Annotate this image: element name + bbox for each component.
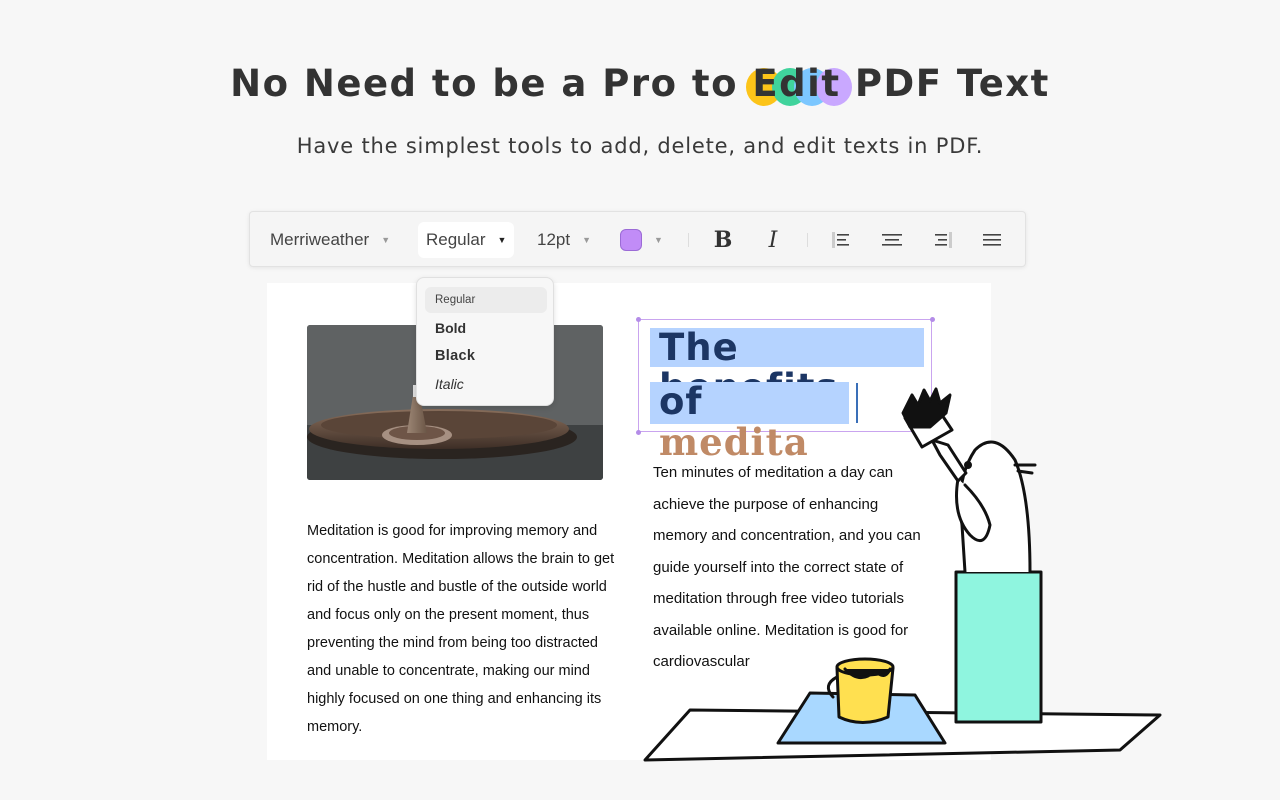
font-style-dropdown: Regular Bold Black Italic [416, 277, 554, 406]
toolbar-divider [688, 233, 689, 247]
font-size-value: 12pt [537, 230, 571, 249]
headline-highlight: Edit [746, 62, 853, 106]
text-color-picker[interactable]: ▼ [620, 222, 663, 258]
bold-button[interactable]: B [707, 224, 739, 256]
title-line-1[interactable]: The benefits [650, 328, 924, 408]
left-paragraph[interactable]: Meditation is good for improving memory … [307, 517, 617, 741]
headline-text-end: PDF Text [840, 62, 1050, 105]
bold-icon: B [713, 227, 733, 253]
align-left-icon [832, 232, 849, 248]
caret-down-icon: ▼ [497, 235, 507, 245]
italic-button[interactable]: I [757, 224, 789, 256]
caret-down-icon: ▼ [654, 235, 663, 245]
align-right-icon [935, 232, 952, 248]
text-cursor [856, 383, 858, 423]
font-family-value: Merriweather [270, 230, 370, 249]
dropdown-option-italic[interactable]: Italic [425, 371, 547, 397]
align-center-icon [882, 234, 902, 246]
font-family-select[interactable]: Merriweather ▼ [270, 222, 390, 258]
dropdown-option-bold[interactable]: Bold [425, 315, 547, 341]
color-swatch [620, 229, 642, 251]
resize-handle-bottom-left[interactable] [636, 430, 641, 435]
title-line-2-prefix: of [659, 380, 703, 423]
page-headline: No Need to be a Pro to Edit PDF Text [0, 62, 1280, 106]
text-format-toolbar: Merriweather ▼ Regular ▼ 12pt ▼ ▼ B I [249, 211, 1026, 267]
dropdown-option-black[interactable]: Black [425, 343, 547, 369]
title-line-2[interactable]: of medita [650, 380, 849, 462]
font-style-value: Regular [426, 230, 486, 249]
align-justify-icon [983, 234, 1001, 246]
page-subheadline: Have the simplest tools to add, delete, … [296, 134, 984, 158]
font-style-select[interactable]: Regular ▼ [418, 222, 514, 258]
resize-handle-top-right[interactable] [930, 317, 935, 322]
caret-down-icon: ▼ [381, 235, 391, 245]
align-justify-button[interactable] [976, 224, 1008, 256]
dropdown-option-regular[interactable]: Regular [425, 287, 547, 313]
headline-text-start: No Need to be a Pro to [230, 62, 753, 105]
title-edited-word: medita [659, 420, 809, 464]
align-center-button[interactable] [876, 224, 908, 256]
toolbar-divider [807, 233, 808, 247]
figure-hair-tail [1013, 463, 1037, 475]
font-size-select[interactable]: 12pt ▼ [537, 222, 591, 258]
caret-down-icon: ▼ [582, 235, 592, 245]
right-paragraph[interactable]: Ten minutes of meditation a day can achi… [653, 457, 933, 678]
align-left-button[interactable] [826, 224, 858, 256]
align-right-button[interactable] [926, 224, 958, 256]
italic-icon: I [768, 227, 778, 253]
resize-handle-top-left[interactable] [636, 317, 641, 322]
headline-highlight-word: Edit [752, 62, 841, 105]
